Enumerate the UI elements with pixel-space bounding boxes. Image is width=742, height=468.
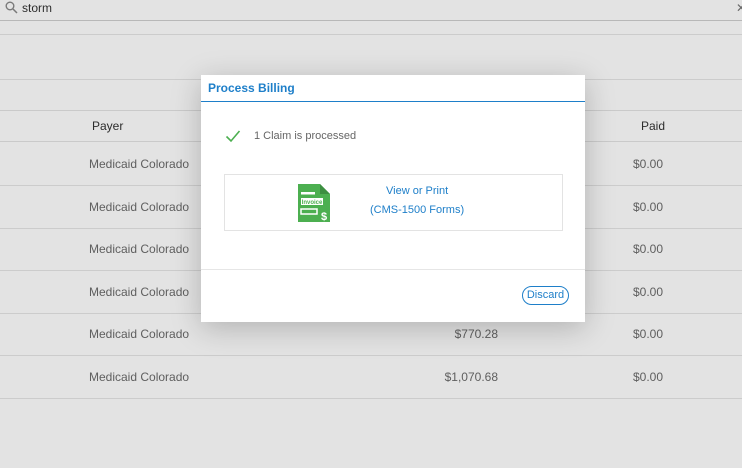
invoice-icon: Invoice $ bbox=[298, 184, 330, 223]
invoice-label: Invoice bbox=[302, 200, 323, 206]
action-label-line2: (CMS-1500 Forms) bbox=[370, 204, 465, 216]
discard-button[interactable]: Discard bbox=[522, 286, 569, 305]
dialog-header: Process Billing bbox=[201, 75, 585, 102]
action-label-line1: View or Print bbox=[386, 185, 449, 197]
dialog-divider bbox=[201, 269, 585, 270]
process-billing-dialog: Process Billing 1 Claim is processed Inv… bbox=[201, 75, 585, 322]
status-text: 1 Claim is processed bbox=[254, 130, 357, 142]
check-icon bbox=[225, 130, 241, 143]
dollar-symbol: $ bbox=[321, 211, 327, 223]
view-print-forms-button[interactable]: Invoice $ View or Print (CMS-1500 Forms) bbox=[224, 174, 563, 231]
dialog-title: Process Billing bbox=[208, 81, 295, 95]
